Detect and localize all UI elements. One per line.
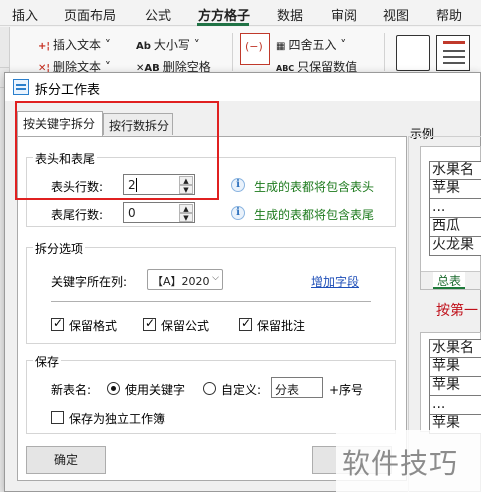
key-column-label: 关键字所在列: [51,275,128,289]
tab-fangfang[interactable]: 方方格子 [198,5,250,24]
report-icon-line [443,62,465,64]
watermark-text: 软件技巧 [342,447,459,480]
report-icon[interactable] [436,35,470,71]
save-as-workbook-label: 保存为独立工作簿 [69,412,166,426]
keep-formula-label: 保留公式 [161,319,210,333]
footer-rows-stepper[interactable]: 0 ▲ ▼ [123,202,195,223]
split-options-title: 拆分选项 [33,240,86,257]
save-group: 保存 新表名: 使用关键字 自定义: 分表 +序号 保存为独立工作簿 [26,353,396,434]
formula-tool-icon[interactable]: (−) [240,33,270,65]
header-footer-title: 表头和表尾 [33,150,98,167]
insert-text-label: 插入文本 [53,38,102,52]
stepper-down-icon[interactable]: ▼ [179,185,193,194]
tab-insert[interactable]: 插入 [12,5,38,24]
app-icon [13,79,29,95]
round-label: 四舍五入 [288,38,337,52]
tab-data[interactable]: 数据 [277,5,303,24]
tab-split-by-keyword[interactable]: 按关键字拆分 [17,111,103,136]
case-icon: Ab [136,41,151,52]
footer-rows-label: 表尾行数: [51,208,104,222]
tab-formulas[interactable]: 公式 [145,5,171,24]
new-name-label: 新表名: [51,383,92,397]
chevron-down-icon: ⌵ [212,273,219,283]
preview-cell: 火龙果 [429,237,481,256]
preview-cell: ... [429,396,481,415]
key-column-value: 【A】2020 [152,275,210,288]
preview-cell: 苹果 [429,377,481,396]
case-button[interactable]: Ab 大小写 ˅ [136,36,200,53]
sheet-tab-total: 总表 [433,272,466,289]
info-icon: i [231,178,245,192]
split-description: 按第一 [436,303,478,319]
key-column-select[interactable]: 【A】2020 ⌵ [147,269,223,290]
save-as-workbook-checkbox[interactable] [51,411,64,424]
custom-name-radio[interactable] [203,382,216,395]
seq-suffix-label: +序号 [329,383,364,397]
dialog-title: 拆分工作表 [35,83,101,98]
stepper-down-icon[interactable]: ▼ [179,213,193,222]
tab-view[interactable]: 视图 [383,5,409,24]
stepper-up-icon[interactable]: ▲ [179,204,193,213]
use-keyword-label: 使用关键字 [125,383,186,397]
custom-name-label: 自定义: [221,383,262,397]
active-tab-indicator [197,23,249,26]
custom-name-value: 分表 [275,383,300,397]
ok-button[interactable]: 确定 [26,446,106,474]
ribbon-separator [384,33,385,71]
keep-format-label: 保留格式 [69,319,118,333]
report-icon-line [443,56,465,58]
save-title: 保存 [33,353,62,370]
split-options-group: 拆分选项 关键字所在列: 【A】2020 ⌵ 增加字段 保留格式 保留公式 保留… [26,240,396,344]
preview-sheet-result: 水果名 苹果 苹果 ... 苹果 [420,332,481,434]
header-hint: 生成的表都将包含表头 [254,180,375,194]
sheet-tab-bar: 总表 [421,271,480,289]
header-footer-group: 表头和表尾 表头行数: 2 ▲ ▼ i 生成的表都将包含表头 表尾行数: 0 ▲… [26,150,396,227]
preview-cell: 西瓜 [429,218,481,237]
preview-cell: 苹果 [429,180,481,199]
header-rows-value: 2 [128,178,136,192]
footer-hint: 生成的表都将包含表尾 [254,208,375,222]
watermark: 软件技巧 [336,430,481,492]
use-keyword-radio[interactable] [107,382,120,395]
preview-sheet-total: 水果名 苹果 ... 西瓜 火龙果 总表 [420,146,481,290]
dialog-title-bar: 拆分工作表 [5,73,480,101]
report-icon-line [443,50,465,52]
header-rows-stepper[interactable]: 2 ▲ ▼ [123,174,195,195]
preview-cell: 水果名 [429,161,481,180]
report-icon-bar [443,41,465,44]
menu-bar: 插入 页面布局 公式 方方格子 数据 审阅 视图 帮助 [0,0,481,26]
ribbon-separator [232,33,233,71]
tab-review[interactable]: 审阅 [331,5,357,24]
info-icon: i [231,206,245,220]
keep-comment-checkbox[interactable] [239,316,252,331]
keep-formula-checkbox[interactable] [143,316,156,331]
keep-format-checkbox[interactable] [51,316,64,331]
round-button[interactable]: ▦ 四舍五入 ˅ [276,36,346,53]
insert-text-button[interactable]: +¦ 插入文本 ˅ [38,36,111,53]
custom-name-input[interactable]: 分表 [271,377,323,398]
footer-rows-value: 0 [128,206,136,220]
row-gridline [0,67,10,68]
insert-text-icon: +¦ [38,41,51,52]
divider [51,301,371,302]
text-caret [136,178,137,192]
preview-cell: 水果名 [429,339,481,358]
case-label: 大小写 [153,38,190,52]
add-field-link[interactable]: 增加字段 [311,273,359,290]
tab-split-by-rows[interactable]: 按行数拆分 [103,113,173,135]
header-rows-label: 表头行数: [51,180,104,194]
tab-help[interactable]: 帮助 [436,5,462,24]
keep-comment-label: 保留批注 [257,319,306,333]
tab-page-layout[interactable]: 页面布局 [64,5,116,24]
clipboard-icon[interactable] [396,35,430,71]
stepper-up-icon[interactable]: ▲ [179,176,193,185]
preview-cell: 苹果 [429,358,481,377]
ribbon: +¦ 插入文本 ˅ ✕¦ 删除文本 ˅ Ab 大小写 ˅ ✕AB 删除空格 (−) ▦ 四… [0,27,481,75]
preview-cell: ... [429,199,481,218]
round-icon: ▦ [276,41,286,52]
